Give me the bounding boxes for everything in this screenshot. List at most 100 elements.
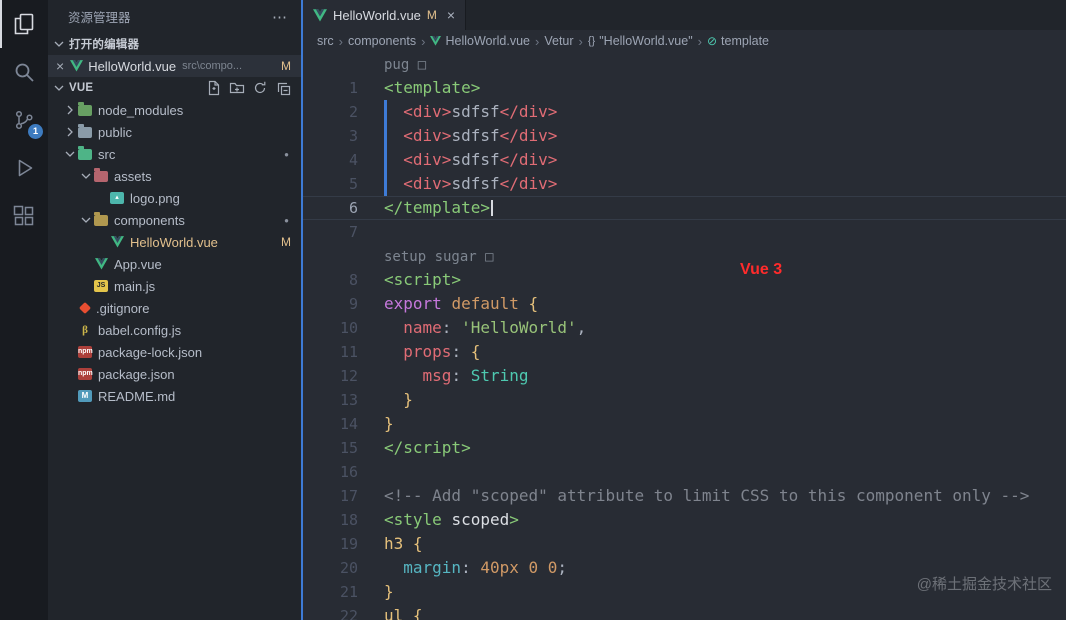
close-icon[interactable]: × [56,58,64,74]
line-number[interactable]: 3 [303,124,358,148]
code-line-15[interactable]: 15 </script> [303,436,1066,460]
line-number[interactable]: 1 [303,76,358,100]
breadcrumb-item[interactable]: Vetur [544,34,573,48]
code-line-17[interactable]: 17 <!-- Add "scoped" attribute to limit C… [303,484,1066,508]
code-line-13[interactable]: 13 } [303,388,1066,412]
tree-item-assets[interactable]: assets [48,165,301,187]
tree-item-label: components [114,212,185,228]
code-text: <div>sdfsf</div> [403,102,558,121]
breadcrumb-item[interactable]: src [317,34,334,48]
code-line-14[interactable]: 14} [303,412,1066,436]
npm-icon: npm [78,368,93,380]
line-number[interactable]: 19 [303,532,358,556]
line-number[interactable]: 11 [303,340,358,364]
code-area[interactable]: pug □ 1 <template> 2 <div>sdfsf</div> 3 <div… [303,52,1066,620]
tree-item--gitignore[interactable]: .gitignore [48,297,301,319]
code-line-4[interactable]: 4 <div>sdfsf</div> [303,148,1066,172]
code-line-7[interactable]: 7 [303,220,1066,244]
tab-helloworld-vue[interactable]: HelloWorld.vue M × [303,0,467,30]
code-line-1[interactable]: 1 <template> [303,76,1066,100]
source-control-icon[interactable]: 1 [0,96,48,144]
line-number[interactable]: 12 [303,364,358,388]
line-number[interactable]: 16 [303,460,358,484]
breadcrumb-item[interactable]: ⊘ template [707,34,769,48]
tree-item-package-json[interactable]: npm package.json [48,363,301,385]
open-editor-item[interactable]: × HelloWorld.vue src\compo... M [48,55,301,77]
extensions-icon[interactable] [0,192,48,240]
search-icon[interactable] [0,48,48,96]
code-line-18[interactable]: 18 <style scoped> [303,508,1066,532]
tree-item-label: HelloWorld.vue [130,234,218,250]
indent-guide [384,100,387,124]
activity-bar: 1 [0,0,48,620]
line-number[interactable]: 22 [303,604,358,620]
run-and-debug-icon[interactable] [0,144,48,192]
tab-close-icon[interactable]: × [447,7,455,23]
folder-icon [94,168,108,182]
line-number[interactable]: 10 [303,316,358,340]
code-line-12[interactable]: 12 msg: String [303,364,1066,388]
explorer-icon[interactable] [0,0,48,48]
line-number[interactable]: 18 [303,508,358,532]
babel-icon: β [82,324,88,336]
line-number[interactable]: 21 [303,580,358,604]
new-folder-icon[interactable] [229,80,245,96]
line-number[interactable]: 2 [303,100,358,124]
codelens-action[interactable]: setup sugar □ [303,244,1066,268]
code-line-2[interactable]: 2 <div>sdfsf</div> [303,100,1066,124]
tree-item-label: node_modules [98,102,184,118]
open-editors-header[interactable]: 打开的编辑器 [48,33,301,55]
code-line-5[interactable]: 5 <div>sdfsf</div> [303,172,1066,196]
vue-icon [94,257,108,271]
line-number[interactable]: 17 [303,484,358,508]
tree-item-src[interactable]: src ● [48,143,301,165]
code-line-11[interactable]: 11 props: { [303,340,1066,364]
code-text: <div>sdfsf</div> [403,174,558,193]
explorer-actions [206,80,301,96]
code-line-22[interactable]: 22 ul { [303,604,1066,620]
breadcrumb-item[interactable]: {} "HelloWorld.vue" [588,34,693,48]
line-number[interactable]: 13 [303,388,358,412]
tree-item-helloworld-vue[interactable]: HelloWorld.vue M [48,231,301,253]
codelens-action[interactable]: pug □ [303,52,1066,76]
code-line-16[interactable]: 16 [303,460,1066,484]
code-line-8[interactable]: 8 <script> [303,268,1066,292]
code-line-9[interactable]: 9 export default { [303,292,1066,316]
line-number[interactable]: 8 [303,268,358,292]
more-actions-icon[interactable]: ⋯ [272,8,287,26]
tree-item-app-vue[interactable]: App.vue [48,253,301,275]
line-number[interactable]: 6 [303,197,358,219]
breadcrumb-item[interactable]: components [348,34,416,48]
line-number[interactable]: 9 [303,292,358,316]
modified-badge: M [281,235,291,249]
line-number[interactable]: 4 [303,148,358,172]
code-line-6[interactable]: 6 </template> [303,196,1066,220]
tree-item-package-lock-json[interactable]: npm package-lock.json [48,341,301,363]
code-line-3[interactable]: 3 <div>sdfsf</div> [303,124,1066,148]
line-number[interactable]: 20 [303,556,358,580]
tree-item-components[interactable]: components ● [48,209,301,231]
line-number[interactable]: 5 [303,172,358,196]
line-number[interactable]: 15 [303,436,358,460]
vue3-annotation: Vue 3 [740,261,783,278]
collapse-folders-icon[interactable] [275,80,291,96]
line-number[interactable]: 7 [303,220,358,244]
vue-icon [70,60,84,72]
code-line-19[interactable]: 19 h3 { [303,532,1066,556]
refresh-icon[interactable] [252,80,268,96]
tree-item-readme-md[interactable]: M README.md [48,385,301,407]
tree-item-node-modules[interactable]: node_modules [48,99,301,121]
tree-item-main-js[interactable]: JS main.js [48,275,301,297]
vscode-window: 1 资源管理器 ⋯ 打开的编辑器 × HelloWorld.vue src\co… [0,0,1066,620]
breadcrumb: src › components › HelloWorld.vue › Vetur › {} "H… [303,30,1066,52]
new-file-icon[interactable] [206,80,222,96]
project-section-header[interactable]: VUE [48,77,301,99]
breadcrumb-separator: › [697,33,702,49]
tree-item-public[interactable]: public [48,121,301,143]
markdown-icon: M [78,390,92,402]
code-line-10[interactable]: 10 name: 'HelloWorld', [303,316,1066,340]
tree-item-logo-png[interactable]: ▴ logo.png [48,187,301,209]
tree-item-babel-config-js[interactable]: β babel.config.js [48,319,301,341]
line-number[interactable]: 14 [303,412,358,436]
breadcrumb-item[interactable]: HelloWorld.vue [430,34,530,48]
